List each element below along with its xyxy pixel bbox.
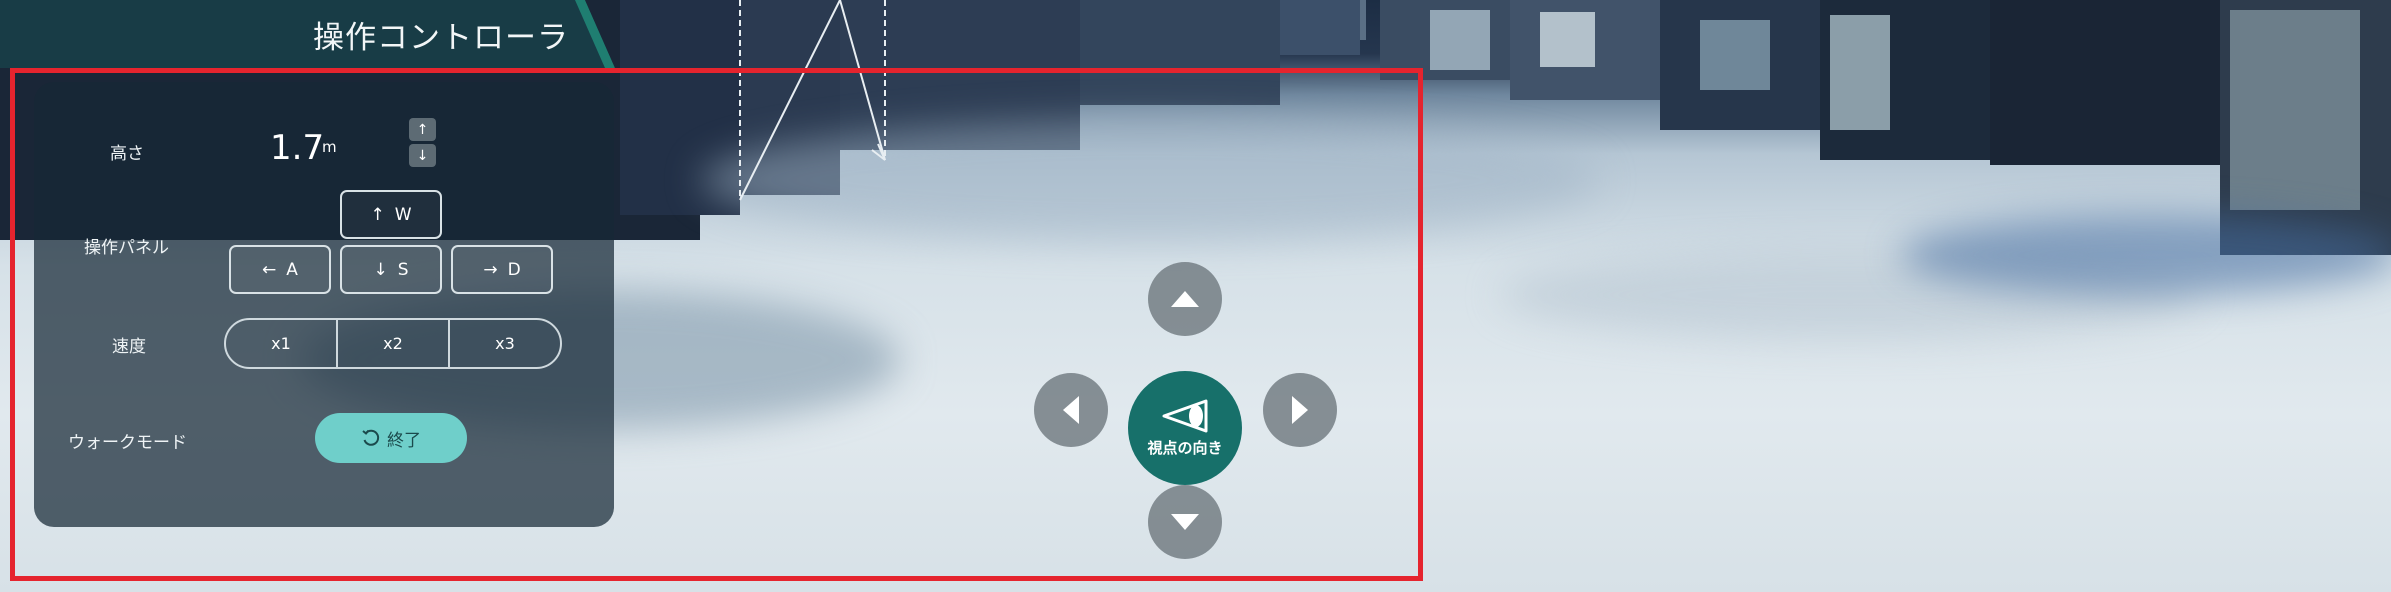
move-right-d-button[interactable]: → D (451, 245, 553, 294)
move-left-a-button[interactable]: ← A (229, 245, 331, 294)
move-forward-w-button[interactable]: ↑ W (340, 190, 442, 239)
building-facade (1540, 12, 1595, 67)
view-left-button[interactable] (1034, 373, 1108, 447)
building-facade (1430, 10, 1490, 70)
walk-mode-end-button[interactable]: 終了 (315, 413, 467, 463)
triangle-right-icon (1292, 396, 1308, 424)
speed-selector: x1 x2 x3 (224, 318, 562, 369)
building-facade (2230, 10, 2360, 210)
height-up-button[interactable]: ↑ (409, 118, 436, 141)
building-left (1080, 0, 1280, 105)
height-value: 1.7 (270, 128, 325, 168)
key-w-label: W (394, 204, 412, 225)
height-label: 高さ (110, 144, 144, 164)
key-d-label: D (507, 259, 521, 280)
utility-pole (1360, 0, 1366, 40)
speed-x1-button[interactable]: x1 (226, 320, 336, 367)
arrow-down-icon: ↓ (373, 259, 388, 280)
view-direction-center[interactable]: 視点の向き (1128, 371, 1242, 485)
building-facade (1700, 20, 1770, 90)
move-back-s-button[interactable]: ↓ S (340, 245, 442, 294)
panel-title-bar: 操作コントローラ (0, 0, 615, 68)
panel-title: 操作コントローラ (313, 20, 569, 56)
triangle-down-icon (1171, 514, 1199, 530)
walk-mode-label: ウォークモード (68, 433, 187, 453)
triangle-left-icon (1063, 396, 1079, 424)
eye-view-icon (1162, 399, 1208, 432)
key-s-label: S (397, 259, 409, 280)
speed-x3-button[interactable]: x3 (448, 320, 560, 367)
arrow-left-icon: ← (262, 259, 277, 280)
rotate-ccw-icon (362, 429, 380, 446)
arrow-down-icon: ↓ (416, 147, 429, 164)
view-down-button[interactable] (1148, 485, 1222, 559)
building-right (1990, 0, 2240, 165)
key-a-label: A (286, 259, 298, 280)
controls-label: 操作パネル (84, 238, 169, 258)
arrow-up-icon: ↑ (416, 121, 429, 138)
speed-label: 速度 (112, 337, 146, 357)
view-right-button[interactable] (1263, 373, 1337, 447)
building-distant (1280, 0, 1360, 55)
end-button-label: 終了 (387, 430, 421, 451)
triangle-up-icon (1171, 291, 1199, 307)
height-unit: m (322, 138, 337, 156)
view-up-button[interactable] (1148, 262, 1222, 336)
building-facade (1830, 15, 1890, 130)
view-direction-label: 視点の向き (1147, 438, 1223, 457)
height-down-button[interactable]: ↓ (409, 144, 436, 167)
arrow-right-icon: → (483, 259, 498, 280)
road-shading (1900, 215, 2391, 295)
speed-x2-button[interactable]: x2 (336, 320, 448, 367)
guide-wireframe (739, 0, 886, 201)
arrow-up-icon: ↑ (370, 204, 385, 225)
